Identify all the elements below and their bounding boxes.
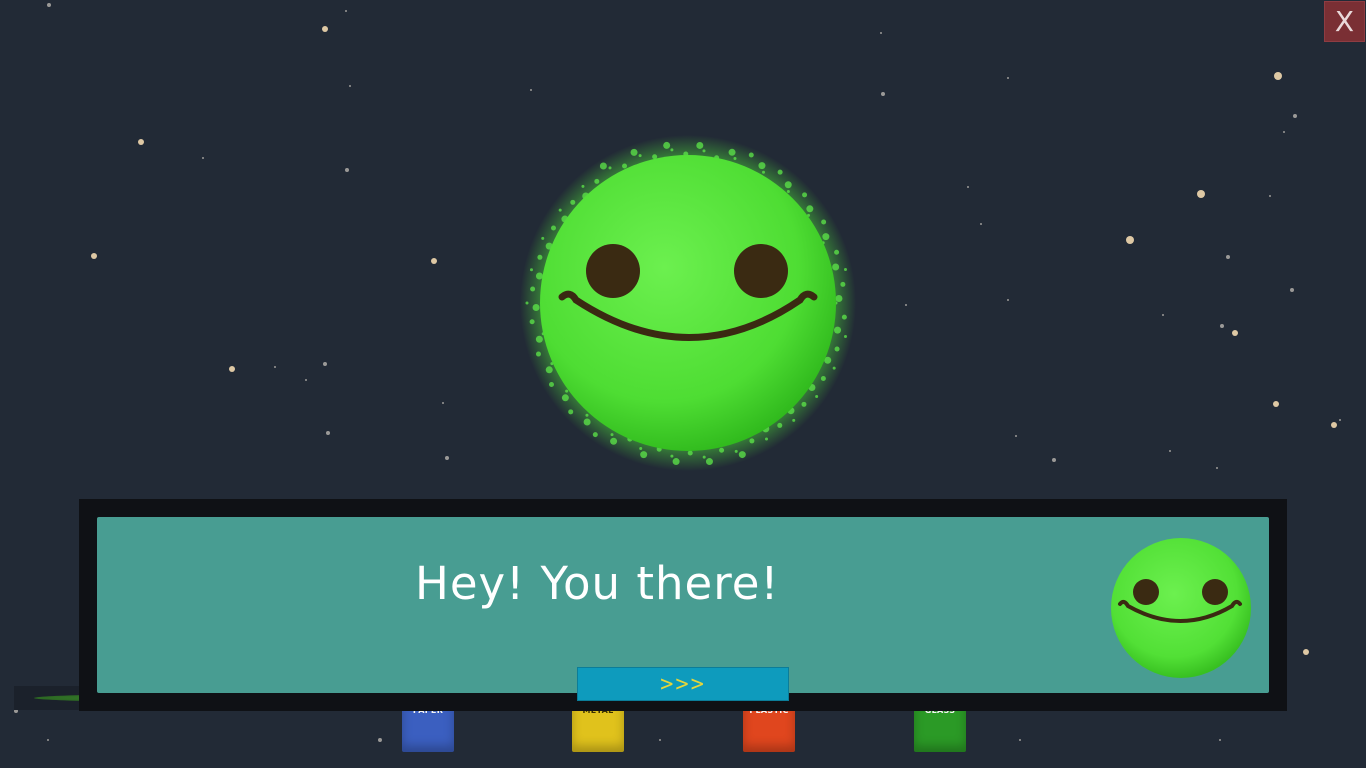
star — [274, 366, 276, 368]
star — [1007, 299, 1009, 301]
star — [431, 258, 437, 264]
star — [1162, 314, 1164, 316]
dialog-message: Hey! You there! — [415, 557, 780, 610]
star — [202, 157, 204, 159]
star — [1226, 255, 1230, 259]
star — [1274, 72, 1282, 80]
star — [1219, 739, 1221, 741]
star — [1015, 435, 1017, 437]
star — [1197, 190, 1205, 198]
star — [345, 168, 349, 172]
star — [1216, 467, 1218, 469]
star — [349, 85, 351, 87]
star — [47, 739, 49, 741]
star — [1220, 324, 1224, 328]
star — [530, 89, 532, 91]
star — [322, 26, 328, 32]
star — [967, 186, 969, 188]
next-button[interactable]: >>> — [577, 667, 789, 701]
planet-right-eye — [734, 244, 788, 298]
star — [1273, 401, 1279, 407]
star — [91, 253, 97, 259]
star — [1007, 77, 1009, 79]
star — [1019, 739, 1021, 741]
star — [1293, 114, 1297, 118]
star — [1126, 236, 1134, 244]
planet-avatar — [1111, 538, 1251, 678]
star — [1232, 330, 1238, 336]
star — [1283, 131, 1285, 133]
star — [445, 456, 449, 460]
star — [1331, 422, 1337, 428]
close-button[interactable]: X — [1324, 1, 1365, 42]
star — [305, 379, 307, 381]
planet-left-eye — [586, 244, 640, 298]
star — [1169, 450, 1171, 452]
star — [47, 3, 51, 7]
star — [659, 739, 661, 741]
star — [323, 362, 327, 366]
star — [1303, 649, 1309, 655]
star — [378, 738, 382, 742]
star — [905, 304, 907, 306]
star — [442, 402, 444, 404]
star — [326, 431, 330, 435]
star — [980, 223, 982, 225]
star — [1269, 195, 1271, 197]
smiling-planet — [520, 135, 856, 471]
star — [1290, 288, 1294, 292]
star — [229, 366, 235, 372]
star — [881, 92, 885, 96]
star — [138, 139, 144, 145]
star — [345, 10, 347, 12]
star — [1339, 419, 1341, 421]
star — [1052, 458, 1056, 462]
star — [880, 32, 882, 34]
